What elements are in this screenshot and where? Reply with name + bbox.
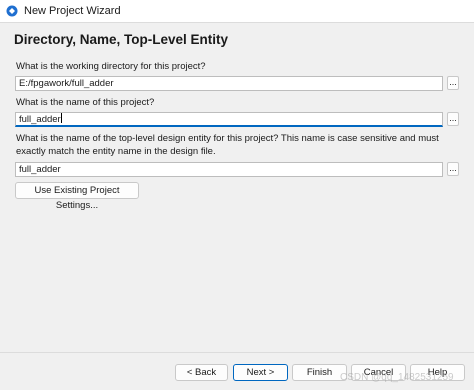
use-existing-settings-button[interactable]: Use Existing Project Settings... <box>15 182 139 211</box>
top-entity-label: What is the name of the top-level design… <box>16 133 439 157</box>
project-name-browse-button[interactable]: ... <box>447 112 459 126</box>
top-entity-browse-button[interactable]: ... <box>447 162 459 176</box>
project-name-label: What is the name of this project? <box>16 97 155 108</box>
top-entity-field[interactable]: full_adder <box>15 162 443 177</box>
wizard-footer: < Back Next > Finish Cancel Help <box>0 353 474 390</box>
project-name-value: full_adder <box>19 114 61 125</box>
next-button[interactable]: Next > <box>233 364 288 381</box>
wizard-page: Directory, Name, Top-Level Entity What i… <box>0 23 474 353</box>
directory-label: What is the working directory for this p… <box>16 61 206 72</box>
directory-browse-button[interactable]: ... <box>447 76 459 90</box>
help-button[interactable]: Help <box>410 364 465 381</box>
text-caret <box>60 113 62 123</box>
page-title: Directory, Name, Top-Level Entity <box>14 32 229 47</box>
title-bar: New Project Wizard <box>0 0 474 23</box>
project-name-field[interactable]: full_adder <box>15 112 443 127</box>
directory-field[interactable]: E:/fpgawork/full_adder <box>15 76 443 91</box>
finish-button[interactable]: Finish <box>292 364 347 381</box>
back-button[interactable]: < Back <box>175 364 228 381</box>
quartus-app-icon <box>6 5 18 17</box>
window-title: New Project Wizard <box>24 5 121 17</box>
cancel-button[interactable]: Cancel <box>351 364 406 381</box>
